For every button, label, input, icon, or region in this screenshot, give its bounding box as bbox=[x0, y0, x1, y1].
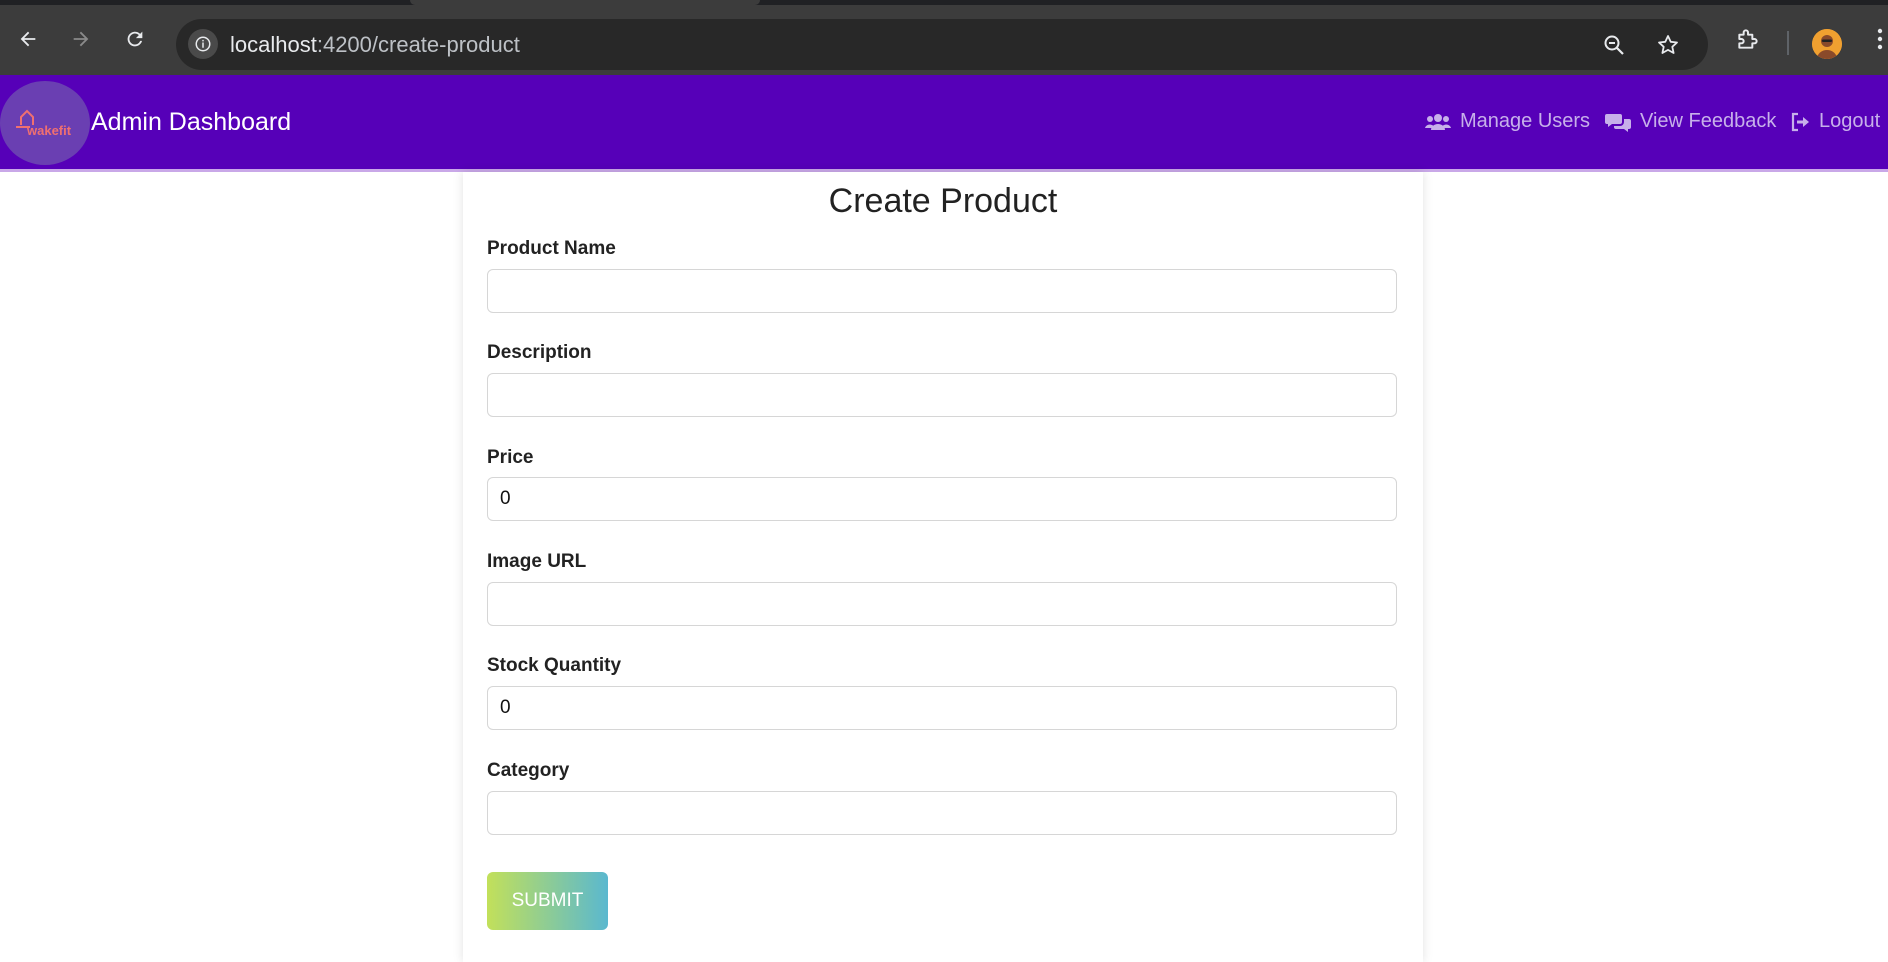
info-icon[interactable] bbox=[188, 29, 218, 59]
logout-icon bbox=[1791, 112, 1809, 131]
page-title: Create Product bbox=[828, 182, 1058, 220]
kebab-menu-icon[interactable] bbox=[1872, 23, 1888, 55]
users-icon bbox=[1425, 113, 1451, 130]
nav-link-manage-users[interactable]: Manage Users bbox=[1425, 110, 1590, 133]
stock-quantity-label: Stock Quantity bbox=[487, 655, 622, 676]
nav-link-logout[interactable]: Logout bbox=[1790, 110, 1880, 133]
puzzle-icon[interactable] bbox=[1732, 23, 1764, 55]
price-label: Price bbox=[487, 447, 534, 468]
reload-icon[interactable] bbox=[117, 21, 153, 57]
stock-quantity-input[interactable] bbox=[487, 686, 1397, 730]
category-label: Category bbox=[487, 760, 570, 781]
dashboard-title: Admin Dashboard bbox=[91, 108, 292, 136]
wakefit-logo-mark: wakefit bbox=[16, 109, 72, 138]
toolbar-separator bbox=[1787, 31, 1789, 55]
category-input[interactable] bbox=[487, 791, 1397, 835]
image-url-label: Image URL bbox=[487, 551, 587, 572]
price-input[interactable] bbox=[487, 477, 1397, 521]
star-icon[interactable] bbox=[1654, 31, 1682, 59]
logo-text: wakefit bbox=[26, 123, 72, 138]
product-name-input[interactable] bbox=[487, 269, 1397, 313]
url-host: localhost bbox=[230, 32, 317, 57]
browser-chrome: localhost:4200/create-product bbox=[0, 0, 1888, 75]
nav-link-label: Manage Users bbox=[1460, 110, 1591, 132]
create-product-card: Create Product Product Name Description … bbox=[463, 172, 1423, 962]
url-path: :4200/create-product bbox=[316, 32, 520, 57]
admin-navbar: wakefit Admin Dashboard Manage Users Vie… bbox=[0, 75, 1888, 172]
nav-link-label: Logout bbox=[1819, 110, 1881, 132]
forward-arrow-icon[interactable] bbox=[63, 21, 99, 57]
nav-link-label: View Feedback bbox=[1640, 110, 1777, 132]
comments-icon bbox=[1605, 113, 1631, 132]
address-bar[interactable]: localhost:4200/create-product bbox=[176, 19, 1708, 70]
description-label: Description bbox=[487, 342, 592, 363]
submit-button[interactable]: SUBMIT bbox=[487, 872, 608, 930]
back-arrow-icon[interactable] bbox=[10, 21, 46, 57]
product-name-label: Product Name bbox=[487, 238, 616, 259]
wakefit-logo[interactable]: wakefit bbox=[0, 81, 90, 165]
url-text[interactable]: localhost:4200/create-product bbox=[230, 32, 520, 58]
avatar[interactable] bbox=[1812, 29, 1842, 59]
zoom-icon[interactable] bbox=[1600, 31, 1628, 59]
image-url-input[interactable] bbox=[487, 582, 1397, 626]
browser-toolbar: localhost:4200/create-product bbox=[0, 5, 1888, 75]
description-input[interactable] bbox=[487, 373, 1397, 417]
nav-link-view-feedback[interactable]: View Feedback bbox=[1605, 110, 1776, 133]
